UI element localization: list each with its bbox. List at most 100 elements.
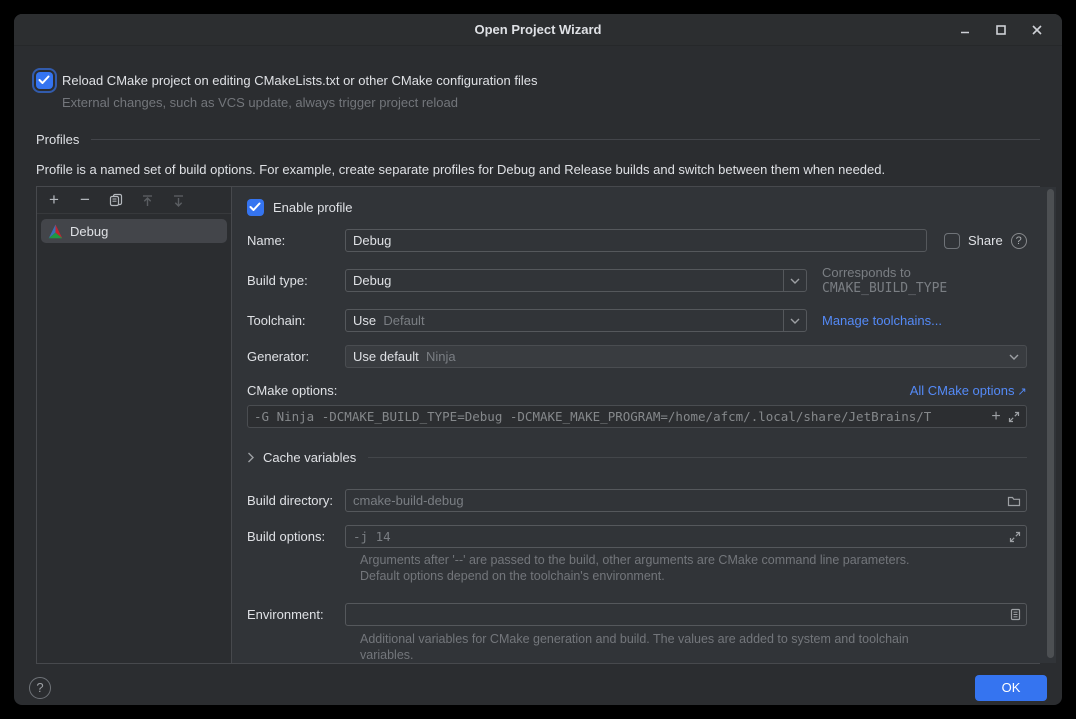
cache-variables-row[interactable]: Cache variables xyxy=(247,450,1027,465)
build-directory-row: Build directory: xyxy=(247,489,1027,512)
expand-icon[interactable] xyxy=(1009,531,1021,543)
build-type-value: Debug xyxy=(353,273,391,288)
add-profile-button[interactable]: + xyxy=(43,190,65,210)
arrow-up-to-bar-icon xyxy=(141,194,154,207)
manage-toolchains-link[interactable]: Manage toolchains... xyxy=(822,313,942,328)
profiles-section-header: Profiles xyxy=(36,132,1040,147)
cmake-build-type-code: CMAKE_BUILD_TYPE xyxy=(822,281,947,296)
checkmark-icon xyxy=(249,202,261,212)
name-label: Name: xyxy=(247,233,345,248)
section-divider xyxy=(368,457,1026,458)
build-options-input[interactable] xyxy=(345,525,1027,548)
profile-name: Debug xyxy=(70,224,108,239)
plus-icon: + xyxy=(49,190,59,210)
cmake-options-label: CMake options: xyxy=(247,383,337,398)
arrow-down-from-bar-icon xyxy=(172,194,185,207)
environment-hint-line2: variables. xyxy=(360,647,1027,663)
reload-cmake-hint: External changes, such as VCS update, al… xyxy=(62,95,1040,110)
toolchain-value: Use Default xyxy=(353,313,425,328)
open-project-wizard-dialog: Open Project Wizard Reload CMake project… xyxy=(14,14,1062,705)
dialog-footer: ? OK xyxy=(14,664,1062,705)
profile-settings-panel: Enable profile Name: Share ? Build type: xyxy=(232,187,1056,663)
build-options-hint: Arguments after '--' are passed to the b… xyxy=(360,552,1027,584)
build-options-wrap xyxy=(345,525,1027,548)
build-options-hint-line2: Default options depend on the toolchain'… xyxy=(360,568,1027,584)
build-type-select[interactable]: Debug xyxy=(345,269,807,292)
profiles-section-title: Profiles xyxy=(36,132,79,147)
move-profile-up-button[interactable] xyxy=(136,190,158,210)
environment-wrap xyxy=(345,603,1027,626)
build-type-row: Build type: Debug Corresponds to CMAKE_B… xyxy=(247,265,1027,296)
close-button[interactable] xyxy=(1026,19,1048,41)
toolchain-select[interactable]: Use Default xyxy=(345,309,807,332)
build-directory-wrap xyxy=(345,489,1027,512)
chevron-right-icon xyxy=(247,452,254,463)
enable-profile-label: Enable profile xyxy=(273,200,353,215)
environment-hint-line1: Additional variables for CMake generatio… xyxy=(360,631,1027,647)
chevron-down-icon xyxy=(783,270,806,291)
dialog-body: Reload CMake project on editing CMakeLis… xyxy=(14,46,1062,664)
title-bar: Open Project Wizard xyxy=(14,14,1062,46)
variables-list-icon[interactable] xyxy=(1010,608,1021,621)
window-controls xyxy=(954,14,1048,46)
minimize-icon xyxy=(959,24,971,36)
build-options-hint-line1: Arguments after '--' are passed to the b… xyxy=(360,552,1027,568)
reload-cmake-row: Reload CMake project on editing CMakeLis… xyxy=(36,72,1040,89)
cmake-options-field[interactable]: -G Ninja -DCMAKE_BUILD_TYPE=Debug -DCMAK… xyxy=(247,405,1027,428)
chevron-down-icon xyxy=(1003,346,1026,367)
copy-profile-button[interactable] xyxy=(105,190,127,210)
minus-icon: − xyxy=(80,190,90,210)
enable-profile-checkbox[interactable] xyxy=(247,199,264,216)
build-type-label: Build type: xyxy=(247,273,345,288)
close-icon xyxy=(1031,24,1043,36)
share-checkbox[interactable] xyxy=(944,233,960,249)
environment-label: Environment: xyxy=(247,607,345,622)
profiles-description: Profile is a named set of build options.… xyxy=(36,162,1040,177)
environment-row: Environment: xyxy=(247,603,1027,626)
help-button[interactable]: ? xyxy=(29,677,51,699)
copy-icon xyxy=(109,193,123,207)
ok-button[interactable]: OK xyxy=(975,675,1047,701)
cmake-logo-icon xyxy=(48,224,63,239)
enable-profile-row: Enable profile xyxy=(247,199,1027,216)
window-title: Open Project Wizard xyxy=(474,22,601,37)
build-options-row: Build options: xyxy=(247,525,1027,548)
share-group: Share ? xyxy=(944,233,1027,249)
toolchain-row: Toolchain: Use Default Manage toolchains… xyxy=(247,309,1027,332)
share-label: Share xyxy=(968,233,1003,248)
cmake-options-header: CMake options: All CMake options↗ xyxy=(247,383,1027,398)
checkmark-icon xyxy=(38,75,50,85)
cmake-options-actions: + xyxy=(991,409,1019,425)
section-divider xyxy=(91,139,1040,140)
minimize-button[interactable] xyxy=(954,19,976,41)
profile-list-item-debug[interactable]: Debug xyxy=(41,219,227,243)
build-directory-input[interactable] xyxy=(345,489,1027,512)
environment-input[interactable] xyxy=(345,603,1027,626)
add-option-icon[interactable]: + xyxy=(991,409,1000,425)
maximize-icon xyxy=(995,24,1007,36)
profiles-toolbar: + − xyxy=(37,187,231,214)
generator-value: Use default Ninja xyxy=(353,349,456,364)
cache-variables-label: Cache variables xyxy=(263,450,356,465)
folder-icon[interactable] xyxy=(1007,495,1021,507)
build-options-label: Build options: xyxy=(247,529,345,544)
toolchain-label: Toolchain: xyxy=(247,313,345,328)
name-row: Name: Share ? xyxy=(247,229,1027,252)
question-mark-icon: ? xyxy=(36,680,43,695)
generator-row: Generator: Use default Ninja xyxy=(247,345,1027,368)
vertical-scrollbar[interactable] xyxy=(1047,189,1054,658)
expand-icon[interactable] xyxy=(1008,411,1020,423)
reload-cmake-checkbox[interactable] xyxy=(36,72,53,89)
generator-select[interactable]: Use default Ninja xyxy=(345,345,1027,368)
move-profile-down-button[interactable] xyxy=(167,190,189,210)
share-help-icon[interactable]: ? xyxy=(1011,233,1027,249)
all-cmake-options-link[interactable]: All CMake options↗ xyxy=(910,383,1027,398)
profiles-panels: + − xyxy=(36,186,1040,664)
maximize-button[interactable] xyxy=(990,19,1012,41)
build-directory-label: Build directory: xyxy=(247,493,345,508)
external-link-icon: ↗ xyxy=(1017,386,1026,398)
cmake-options-value: -G Ninja -DCMAKE_BUILD_TYPE=Debug -DCMAK… xyxy=(254,409,985,424)
build-type-hint: Corresponds to CMAKE_BUILD_TYPE xyxy=(822,265,1027,296)
name-input[interactable] xyxy=(345,229,927,252)
remove-profile-button[interactable]: − xyxy=(74,190,96,210)
